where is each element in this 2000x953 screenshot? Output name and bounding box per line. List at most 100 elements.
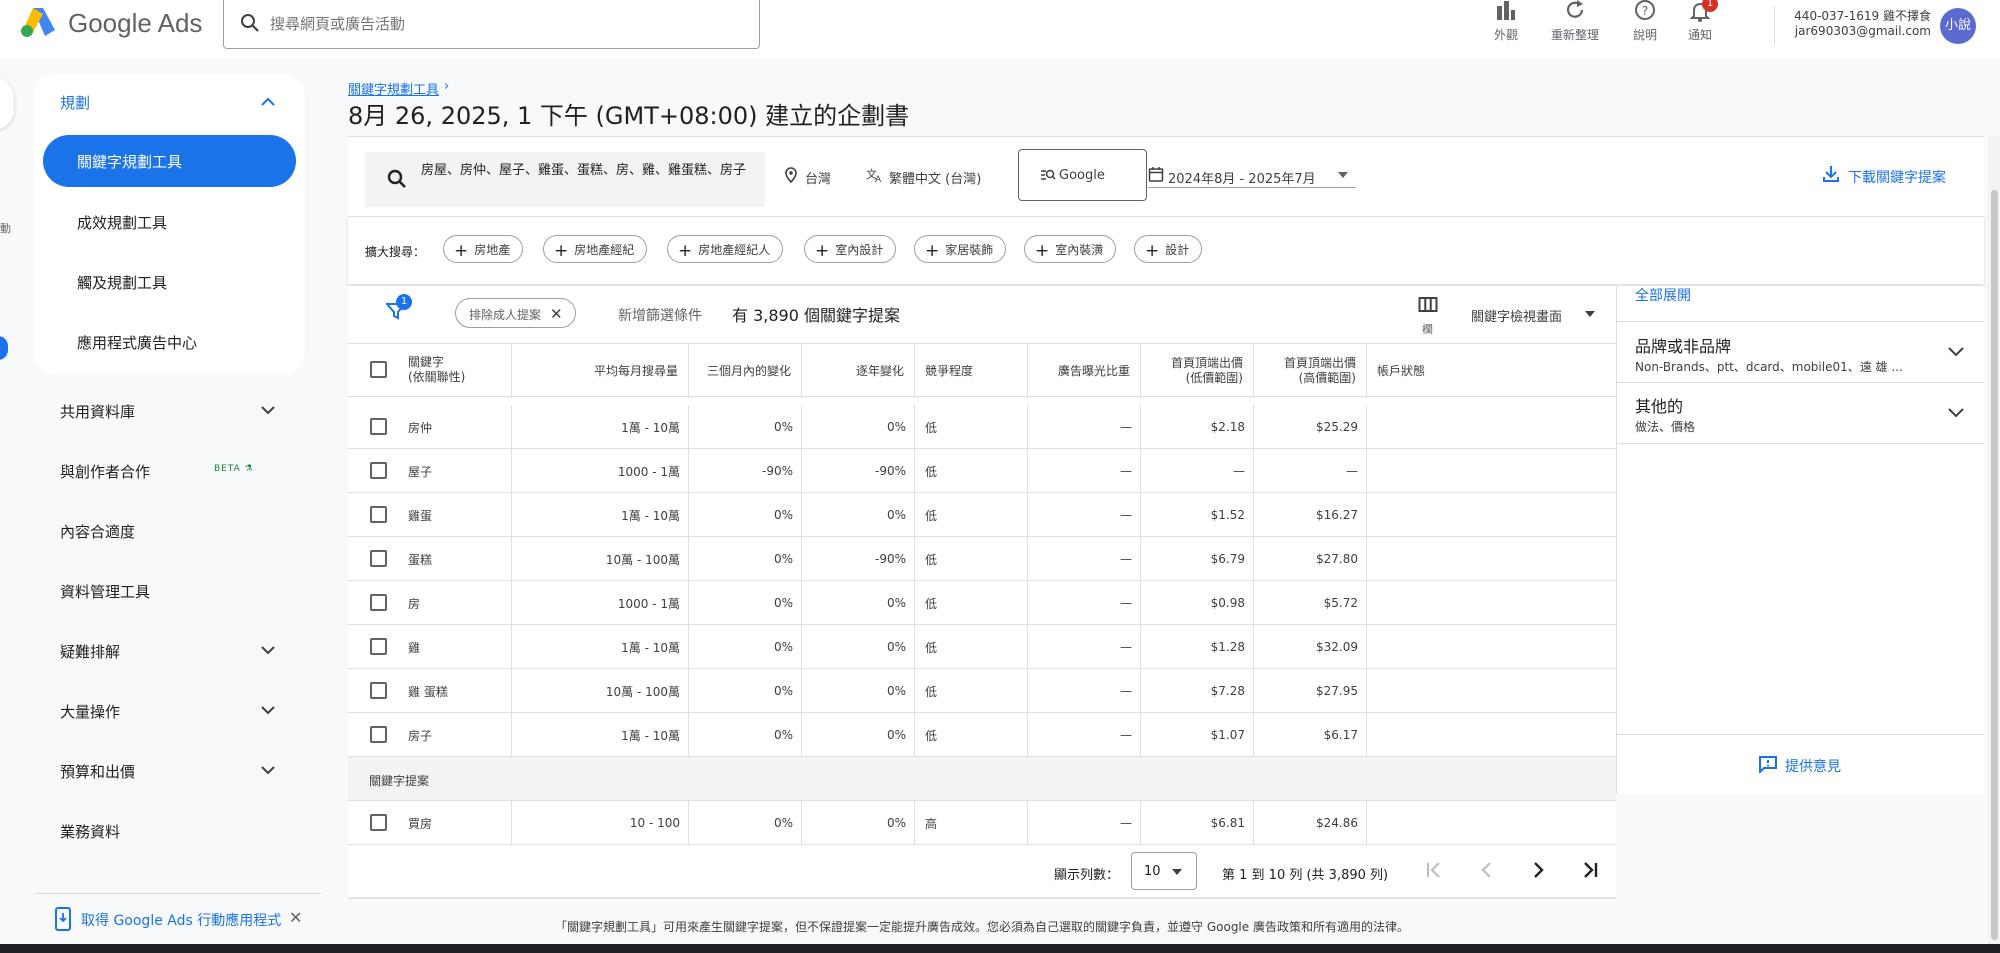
table-row[interactable]: 雞 1萬 - 10萬 0% 0% 低 — $1.28 $32.09 [348, 625, 1616, 669]
table-row[interactable]: 雞 蛋糕 10萬 - 100萬 0% 0% 低 — $7.28 $27.95 [348, 669, 1616, 713]
column-header-account-status[interactable]: 帳戶狀態 [1367, 344, 1616, 398]
broaden-chip[interactable]: + 房地產 [443, 235, 524, 263]
rail-create-button[interactable] [0, 78, 14, 130]
account-id[interactable]: 440-037-1619 雞不擇食 [1786, 7, 1931, 24]
cell-bid-low: $6.79 [1141, 537, 1254, 581]
table-row[interactable]: 買房 10 - 100 0% 0% 高 — $6.81 $24.86 [348, 801, 1616, 845]
row-checkbox[interactable] [370, 814, 387, 831]
column-header-competition[interactable]: 競爭程度 [915, 344, 1028, 398]
last-page-icon[interactable] [1578, 858, 1602, 882]
sidebar-item-bulk-actions[interactable]: 大量操作 [60, 701, 120, 722]
column-header-bid-high[interactable]: 首頁頂端出價 (高價範圍) [1254, 344, 1367, 398]
download-keywords-button[interactable]: 下載關鍵字提案 [1848, 167, 1946, 187]
table-row[interactable]: 房 1000 - 1萬 0% 0% 低 — $0.98 $5.72 [348, 581, 1616, 625]
search-input[interactable] [270, 12, 740, 36]
column-header-keyword[interactable]: 關鍵字 (依關聯性) [348, 344, 512, 398]
search-box[interactable] [223, 0, 760, 49]
sidebar-item-data-manager[interactable]: 資料管理工具 [60, 581, 150, 602]
get-app-link[interactable]: 取得 Google Ads 行動應用程式 [81, 910, 281, 930]
broaden-chip[interactable]: + 房地產經紀 [543, 235, 648, 263]
previous-page-icon[interactable] [1475, 858, 1499, 882]
refine-group-title[interactable]: 其他的 [1635, 393, 1683, 417]
language-selector[interactable]: 繁體中文 (台灣) [889, 168, 981, 187]
refine-group-title[interactable]: 品牌或非品牌 [1635, 333, 1731, 357]
table-row[interactable]: 蛋糕 10萬 - 100萬 0% -90% 低 — $6.79 $27.80 [348, 537, 1616, 581]
feedback-button[interactable]: 提供意見 [1785, 756, 1841, 776]
chevron-down-icon[interactable] [256, 398, 280, 422]
column-header-three-month-change[interactable]: 三個月內的變化 [689, 344, 802, 398]
scrollbar-thumb[interactable] [1991, 190, 1998, 940]
add-filter-button[interactable]: 新增篩選條件 [618, 305, 702, 325]
column-header-yoy-change[interactable]: 逐年變化 [802, 344, 915, 398]
chevron-up-icon[interactable] [256, 90, 280, 114]
exclude-adult-chip[interactable]: 排除成人提案 ✕ [455, 298, 576, 328]
close-icon[interactable]: ✕ [289, 908, 302, 927]
cell-impression-share: — [1028, 713, 1141, 757]
column-header-impression-share[interactable]: 廣告曝光比重 [1028, 344, 1141, 398]
keyword-view-selector[interactable]: 關鍵字檢視畫面 [1471, 306, 1562, 325]
feedback-icon[interactable] [1758, 755, 1778, 773]
caret-down-icon[interactable] [1583, 308, 1597, 320]
expand-all-link[interactable]: 全部展開 [1635, 285, 1691, 305]
row-checkbox[interactable] [370, 462, 387, 479]
table-row[interactable]: 房仲 1萬 - 10萬 0% 0% 低 — $2.18 $25.29 [348, 405, 1616, 449]
cell-yoy-change: 0% [802, 405, 915, 449]
row-checkbox[interactable] [370, 594, 387, 611]
sidebar-item-business-data[interactable]: 業務資料 [60, 821, 120, 842]
broaden-chip[interactable]: + 房地產經紀人 [667, 235, 784, 263]
caret-down-icon[interactable] [1170, 866, 1184, 878]
chevron-down-icon[interactable] [1944, 340, 1968, 364]
notifications-button[interactable]: 通知 [1670, 0, 1730, 43]
column-header-avg-searches[interactable]: 平均每月搜尋量 [512, 344, 689, 398]
account-email[interactable]: jar690303@gmail.com [1786, 24, 1931, 38]
broaden-chip[interactable]: + 設計 [1134, 235, 1203, 263]
row-checkbox[interactable] [370, 726, 387, 743]
caret-down-icon[interactable] [1336, 168, 1350, 182]
google-ads-logo-icon[interactable] [20, 6, 56, 38]
sidebar-item-planning[interactable]: 規劃 [60, 92, 90, 113]
sidebar-item-content-suitability[interactable]: 內容合適度 [60, 521, 135, 542]
appearance-button[interactable]: 外觀 [1476, 0, 1536, 43]
first-page-icon[interactable] [1422, 858, 1446, 882]
row-checkbox[interactable] [370, 638, 387, 655]
table-row[interactable]: 房子 1萬 - 10萬 0% 0% 低 — $1.07 $6.17 [348, 713, 1616, 757]
next-page-icon[interactable] [1526, 858, 1550, 882]
download-icon[interactable] [1822, 165, 1840, 183]
close-icon[interactable]: ✕ [550, 305, 563, 323]
sidebar-item-shared-library[interactable]: 共用資料庫 [60, 401, 135, 422]
rows-per-page-select[interactable]: 10 [1131, 852, 1197, 890]
cell-keyword: 雞 蛋糕 [348, 669, 512, 713]
sidebar-item-app-ads-hub[interactable]: 應用程式廣告中心 [77, 332, 197, 353]
row-checkbox[interactable] [370, 682, 387, 699]
chevron-down-icon[interactable] [1944, 401, 1968, 425]
help-button[interactable]: ? 說明 [1615, 0, 1675, 43]
svg-text:A: A [875, 175, 882, 183]
cell-competition: 低 [915, 625, 1028, 669]
chevron-down-icon[interactable] [256, 698, 280, 722]
sidebar-item-keyword-planner[interactable]: 關鍵字規劃工具 [43, 135, 296, 187]
select-all-checkbox[interactable] [370, 361, 387, 378]
refresh-button[interactable]: 重新整理 [1545, 0, 1605, 43]
column-header-bid-low[interactable]: 首頁頂端出價 (低價範圍) [1141, 344, 1254, 398]
row-checkbox[interactable] [370, 506, 387, 523]
sidebar-item-performance-planner[interactable]: 成效規劃工具 [77, 212, 167, 233]
sidebar-item-creator-partnerships[interactable]: 與創作者合作 [60, 461, 150, 482]
broaden-chip[interactable]: + 家居裝飾 [914, 235, 1007, 263]
row-checkbox[interactable] [370, 550, 387, 567]
date-range-selector[interactable]: 2024年8月 - 2025年7月 [1168, 168, 1316, 187]
broaden-chip[interactable]: + 室內設計 [804, 235, 897, 263]
sidebar-item-budgets-bidding[interactable]: 預算和出價 [60, 761, 135, 782]
chevron-down-icon[interactable] [256, 758, 280, 782]
row-checkbox[interactable] [370, 418, 387, 435]
cell-competition: 低 [915, 449, 1028, 493]
sidebar-item-troubleshooting[interactable]: 疑難排解 [60, 641, 120, 662]
table-row[interactable]: 屋子 1000 - 1萬 -90% -90% 低 — — — [348, 449, 1616, 493]
chevron-down-icon[interactable] [256, 638, 280, 662]
location-selector[interactable]: 台灣 [805, 168, 831, 187]
columns-icon[interactable] [1418, 296, 1438, 314]
table-row[interactable]: 雞蛋 1萬 - 10萬 0% 0% 低 — $1.52 $16.27 [348, 493, 1616, 537]
avatar[interactable]: 小說 [1940, 8, 1976, 44]
keyword-query-box[interactable]: 房屋、房仲、屋子、雞蛋、蛋糕、房、雞、雞蛋糕、房子 [365, 152, 765, 207]
sidebar-item-reach-planner[interactable]: 觸及規劃工具 [77, 272, 167, 293]
broaden-chip[interactable]: + 室內裝潢 [1024, 235, 1117, 263]
